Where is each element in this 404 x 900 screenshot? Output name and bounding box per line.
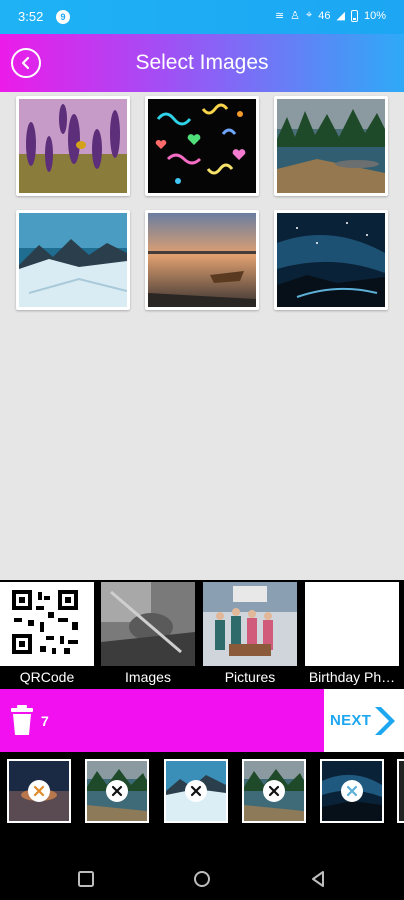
- lake-forest-image: [277, 99, 385, 193]
- album-cover: [203, 582, 297, 666]
- network-type: 46: [318, 9, 331, 22]
- app-bar: Select Images: [0, 34, 404, 92]
- recent-apps-icon[interactable]: [77, 870, 95, 888]
- page-title: Select Images: [135, 51, 269, 74]
- album-label: QRCode: [19, 669, 75, 685]
- album-cover: [305, 582, 399, 666]
- album-label: Pictures: [224, 669, 276, 685]
- selected-image[interactable]: [7, 759, 71, 823]
- image-thumbnail[interactable]: [145, 210, 259, 310]
- sunset-boat-image: [148, 213, 256, 307]
- back-nav-icon[interactable]: [309, 870, 327, 888]
- album-images[interactable]: Images: [101, 582, 195, 687]
- lavender-image: [19, 99, 127, 193]
- remove-button[interactable]: [185, 780, 207, 802]
- selected-images-strip: [0, 752, 404, 858]
- accessibility-icon: ♙: [290, 10, 301, 22]
- album-birthday-photos[interactable]: Birthday Ph…: [305, 582, 399, 687]
- selected-image[interactable]: [320, 759, 384, 823]
- status-time: 3:52: [18, 9, 44, 24]
- confetti-image: [148, 99, 256, 193]
- remove-button[interactable]: [341, 780, 363, 802]
- image-thumbnail[interactable]: [274, 96, 388, 196]
- qrcode-image: [0, 582, 94, 666]
- battery-level: 10%: [363, 9, 386, 22]
- status-bar: 3:52 9 ≅ ♙ ⌖ 46 ◢ 10%: [0, 0, 404, 34]
- night-sky-image: [277, 213, 385, 307]
- image-thumbnail[interactable]: [16, 96, 130, 196]
- selected-image[interactable]: [242, 759, 306, 823]
- trash-icon[interactable]: [10, 705, 34, 735]
- selected-count: 7: [41, 713, 49, 729]
- close-icon: [190, 785, 202, 797]
- battery-icon: [350, 9, 358, 22]
- album-pictures[interactable]: Pictures: [203, 582, 297, 687]
- album-label: Birthday Ph…: [308, 669, 396, 685]
- images-album-photo: [101, 582, 195, 666]
- pictures-album-photo: [203, 582, 297, 666]
- album-cover: [0, 582, 94, 666]
- next-button[interactable]: NEXT: [324, 689, 404, 752]
- selected-image[interactable]: [85, 759, 149, 823]
- close-icon: [111, 785, 123, 797]
- album-strip: QRCode Images Pictures Birthday Ph…: [0, 580, 404, 689]
- close-icon: [268, 785, 280, 797]
- album-label: Images: [125, 669, 171, 685]
- notification-badge: 9: [56, 10, 70, 24]
- hotspot-icon: ⌖: [306, 9, 313, 21]
- remove-button[interactable]: [263, 780, 285, 802]
- action-bar: 7 NEXT: [0, 689, 404, 752]
- home-icon[interactable]: [193, 870, 211, 888]
- signal-icon: ◢: [336, 10, 345, 22]
- image-thumbnail[interactable]: [16, 210, 130, 310]
- selected-image-partial[interactable]: [397, 759, 404, 823]
- snow-mountain-image: [19, 213, 128, 307]
- close-icon: [33, 785, 45, 797]
- selected-image[interactable]: [164, 759, 228, 823]
- system-nav-bar: [0, 858, 404, 900]
- close-icon: [346, 785, 358, 797]
- chevron-right-icon: [375, 706, 396, 735]
- vibrate-icon: ≅: [274, 10, 285, 22]
- remove-button[interactable]: [106, 780, 128, 802]
- album-qrcode[interactable]: QRCode: [0, 582, 94, 687]
- album-cover: [101, 582, 195, 666]
- status-icons: ≅ ♙ ⌖ 46 ◢ 10%: [275, 9, 386, 22]
- remove-button[interactable]: [28, 780, 50, 802]
- image-thumbnail[interactable]: [274, 210, 388, 310]
- next-label: NEXT: [330, 712, 372, 729]
- image-thumbnail[interactable]: [145, 96, 259, 196]
